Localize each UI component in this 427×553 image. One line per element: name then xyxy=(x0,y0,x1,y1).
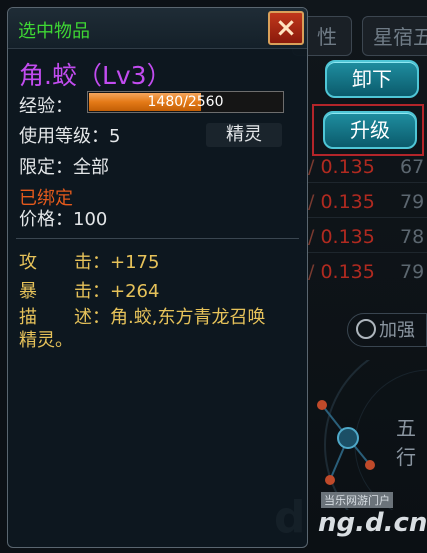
wuxing-label: 五行 xyxy=(396,416,416,469)
strengthen-label: 加强 xyxy=(379,320,415,341)
row-divider xyxy=(300,252,427,253)
price: 价格：100 xyxy=(19,209,108,230)
row-value: 0.135 xyxy=(320,191,375,213)
type-badge: 精灵 xyxy=(206,123,282,147)
stat-row: / 0.135 78 xyxy=(308,226,427,252)
watermark-domain: ng.d.cn xyxy=(318,508,427,538)
item-tooltip: 选中物品 × 角.蛟（Lv3） 经验： 1480/2560 使用等级：5 精灵 … xyxy=(7,7,308,548)
row-divider xyxy=(300,217,427,218)
stat-value: 击：+175 xyxy=(74,252,160,273)
xp-value: 1480/2560 xyxy=(147,94,224,110)
stat-row: / 0.135 67 xyxy=(308,156,427,182)
watermark-small-text: 当乐网游门户 xyxy=(321,492,393,508)
upgrade-button[interactable]: 升级 xyxy=(323,111,417,149)
row-slash: / xyxy=(308,156,315,178)
row-divider xyxy=(300,182,427,183)
stat-key: 攻 xyxy=(19,252,37,273)
xp-label: 经验： xyxy=(19,96,73,117)
close-icon: × xyxy=(275,13,297,43)
row-value: 0.135 xyxy=(320,156,375,178)
stat-row: / 0.135 79 xyxy=(308,261,427,287)
row-value: 0.135 xyxy=(320,226,375,248)
xp-progress-bar: 1480/2560 xyxy=(87,91,284,113)
stat-row: / 0.135 79 xyxy=(308,191,427,217)
row-right-value: 67 xyxy=(400,156,425,178)
stat-crit: 暴 击：+264 xyxy=(19,277,159,303)
tab-attribute-label: 性 xyxy=(317,25,337,49)
stat-value: 击：+264 xyxy=(74,281,160,302)
row-right-value: 78 xyxy=(400,226,425,248)
tooltip-title: 选中物品 xyxy=(18,21,90,42)
strengthen-toggle[interactable]: 加强 xyxy=(347,313,427,347)
tab-constellation[interactable]: 星宿五 xyxy=(362,16,427,56)
tab-constellation-label: 星宿五 xyxy=(373,25,427,49)
stat-value: 述：角.蛟,东方青龙召唤 xyxy=(74,307,266,328)
row-slash: / xyxy=(308,226,315,248)
item-name: 角.蛟（Lv3） xyxy=(19,61,172,90)
stat-key: 暴 xyxy=(19,281,37,302)
level-requirement: 使用等级：5 xyxy=(19,126,121,147)
row-right-value: 79 xyxy=(400,261,425,283)
game-screen: 性 星宿五 卸下 升级 / 0.135 67 / 0.135 79 / 0.135 7… xyxy=(0,0,427,553)
row-slash: / xyxy=(308,261,315,283)
description-continued: 精灵。 xyxy=(19,330,73,351)
unload-button[interactable]: 卸下 xyxy=(325,60,419,98)
restriction: 限定：全部 xyxy=(19,157,109,178)
row-slash: / xyxy=(308,191,315,213)
stat-attack: 攻 击：+175 xyxy=(19,248,159,274)
row-right-value: 79 xyxy=(400,191,425,213)
close-button[interactable]: × xyxy=(268,11,304,45)
radio-icon xyxy=(356,319,376,339)
divider xyxy=(16,238,299,239)
row-value: 0.135 xyxy=(320,261,375,283)
